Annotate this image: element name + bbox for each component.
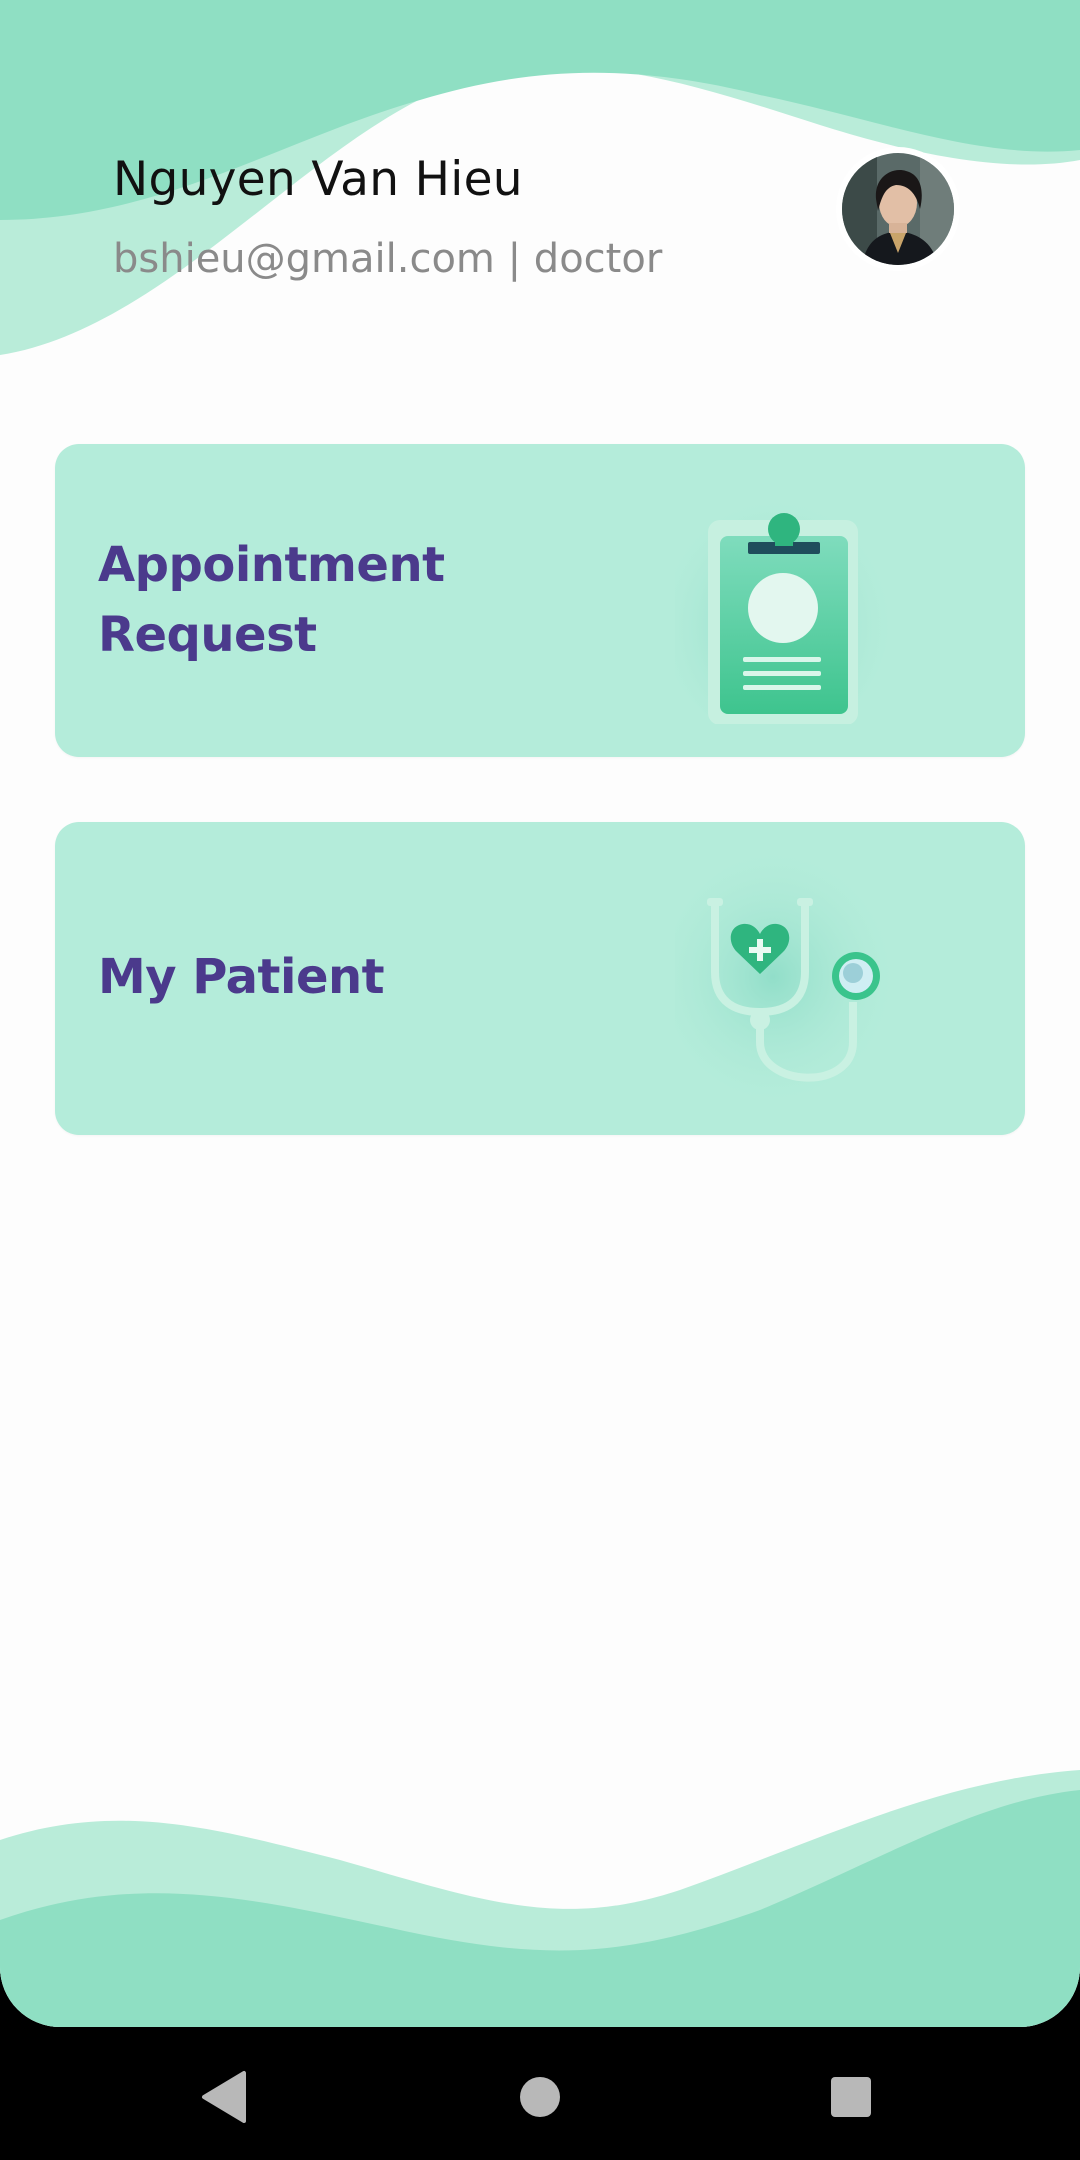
profile-email-role: bshieu@gmail.com | doctor [113, 236, 663, 282]
avatar-photo [842, 153, 954, 265]
system-navigation-bar [0, 2027, 1080, 2160]
stethoscope-icon [675, 852, 905, 1102]
my-patient-card[interactable]: My Patient [55, 822, 1025, 1135]
home-screen: Nguyen Van Hieu bshieu@gmail.com | docto… [0, 0, 1080, 2027]
appointment-label-line2: Request [98, 607, 317, 663]
clipboard-icon [675, 489, 890, 724]
appointment-request-card[interactable]: Appointment Request [55, 444, 1025, 757]
bottom-wave-decoration [0, 1770, 1080, 2027]
avatar[interactable] [836, 147, 960, 271]
profile-name: Nguyen Van Hieu [113, 152, 523, 207]
appointment-request-label: Appointment Request [98, 530, 518, 670]
appointment-label-line1: Appointment [98, 537, 445, 593]
back-triangle-icon[interactable] [186, 2057, 266, 2137]
recents-square-icon[interactable] [811, 2057, 891, 2137]
my-patient-label: My Patient [98, 949, 385, 1005]
home-circle-icon[interactable] [500, 2057, 580, 2137]
